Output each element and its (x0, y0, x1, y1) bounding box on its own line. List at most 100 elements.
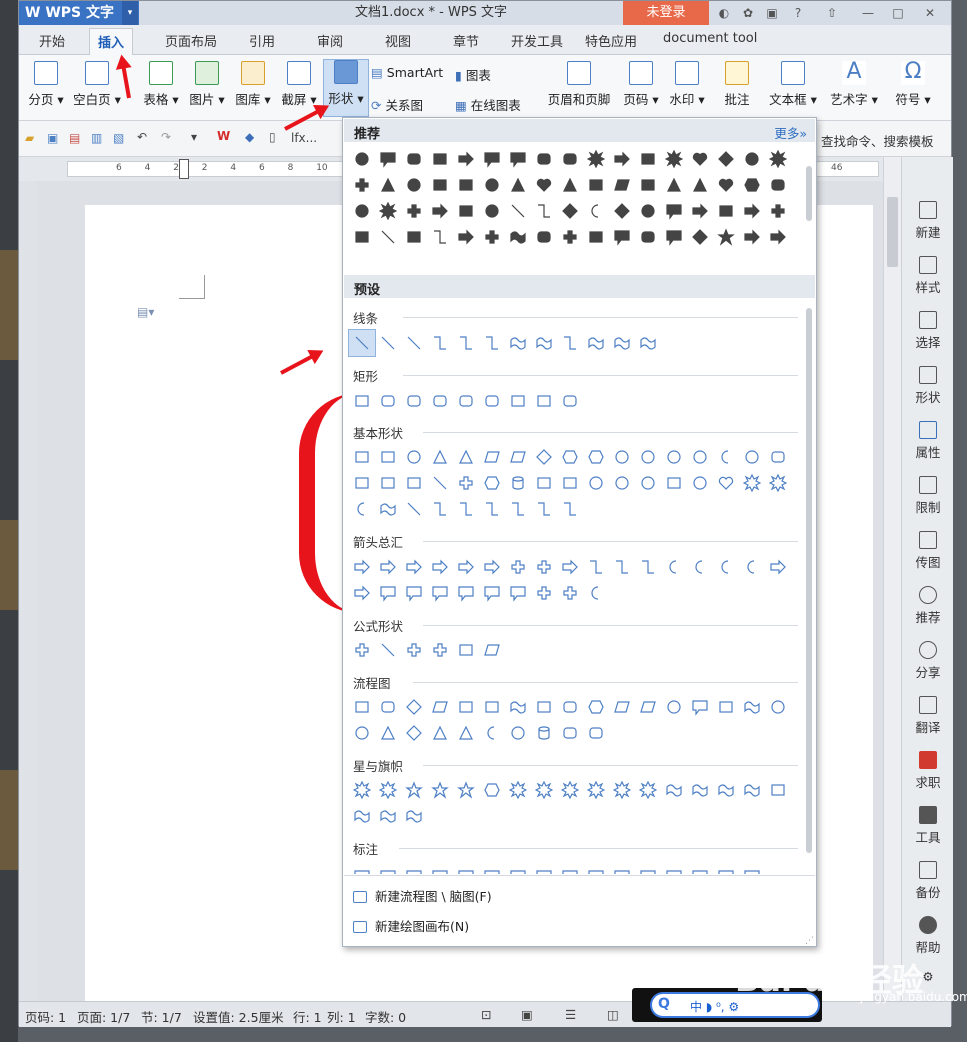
wave-shape-icon[interactable] (531, 330, 557, 356)
tab-view[interactable]: 视图 (385, 31, 411, 50)
burst-shape-icon[interactable] (505, 777, 531, 803)
circle-shape-icon[interactable] (765, 694, 791, 720)
burst-shape-icon[interactable] (583, 777, 609, 803)
wave-shape-icon[interactable] (739, 694, 765, 720)
elbow-shape-icon[interactable] (427, 224, 453, 250)
para-shape-icon[interactable] (609, 172, 635, 198)
para-shape-icon[interactable] (635, 694, 661, 720)
paste-options-icon[interactable]: ▤▾ (137, 305, 154, 319)
burst-shape-icon[interactable] (661, 146, 687, 172)
scroll-thumb[interactable] (887, 197, 898, 267)
arrow-shape-icon[interactable] (375, 554, 401, 580)
circle-shape-icon[interactable] (661, 694, 687, 720)
rrect-shape-icon[interactable] (375, 388, 401, 414)
circle-shape-icon[interactable] (661, 444, 687, 470)
panel-restrict[interactable]: 限制 (902, 476, 954, 516)
rect-shape-icon[interactable] (583, 172, 609, 198)
callout-shape-icon[interactable] (479, 864, 505, 874)
pdf-icon[interactable]: ▤ (69, 131, 80, 145)
star-shape-icon[interactable] (427, 777, 453, 803)
tab-layout[interactable]: 页面布局 (165, 31, 217, 50)
rrect-shape-icon[interactable] (557, 720, 583, 746)
tri-shape-icon[interactable] (427, 444, 453, 470)
line-shape-icon[interactable] (348, 329, 376, 357)
callout-shape-icon[interactable] (661, 224, 687, 250)
tri-shape-icon[interactable] (375, 720, 401, 746)
line-shape-icon[interactable] (401, 496, 427, 522)
hex-shape-icon[interactable] (583, 444, 609, 470)
callout-shape-icon[interactable] (505, 864, 531, 874)
callout-shape-icon[interactable] (739, 864, 765, 874)
elbow-shape-icon[interactable] (635, 554, 661, 580)
plus-shape-icon[interactable] (557, 580, 583, 606)
burst-shape-icon[interactable] (583, 146, 609, 172)
upload-icon[interactable]: ⇧ (823, 4, 841, 22)
vertical-scrollbar[interactable] (883, 157, 901, 1001)
wave-shape-icon[interactable] (401, 803, 427, 829)
panel-recommend[interactable]: 推荐 (902, 586, 954, 626)
rect-shape-icon[interactable] (531, 694, 557, 720)
circle-shape-icon[interactable] (635, 444, 661, 470)
moon-shape-icon[interactable] (739, 554, 765, 580)
circle-shape-icon[interactable] (687, 444, 713, 470)
circle-shape-icon[interactable] (349, 198, 375, 224)
online-chart-button[interactable]: ▦ 在线图表 (455, 95, 521, 114)
wave-shape-icon[interactable] (505, 330, 531, 356)
circle-shape-icon[interactable] (349, 146, 375, 172)
rrect-shape-icon[interactable] (531, 146, 557, 172)
rrect-shape-icon[interactable] (583, 720, 609, 746)
status-section[interactable]: 节: 1/7 (141, 1007, 182, 1026)
wave-shape-icon[interactable] (505, 224, 531, 250)
rect-shape-icon[interactable] (531, 388, 557, 414)
close-icon[interactable]: ✕ (921, 4, 939, 22)
arrow-shape-icon[interactable] (349, 580, 375, 606)
panel-style[interactable]: 样式 (902, 256, 954, 296)
line-shape-icon[interactable] (375, 330, 401, 356)
shapes-scrollbar[interactable] (806, 308, 812, 853)
plus-shape-icon[interactable] (531, 554, 557, 580)
heart-shape-icon[interactable] (531, 172, 557, 198)
wave-shape-icon[interactable] (635, 330, 661, 356)
tab-insert[interactable]: 插入 (89, 28, 134, 55)
rrect-shape-icon[interactable] (557, 146, 583, 172)
rect-shape-icon[interactable] (557, 470, 583, 496)
elbow-shape-icon[interactable] (427, 330, 453, 356)
plus-shape-icon[interactable] (557, 224, 583, 250)
line-shape-icon[interactable] (401, 330, 427, 356)
callout-shape-icon[interactable] (479, 580, 505, 606)
status-page[interactable]: 页面: 1/7 (77, 1007, 130, 1026)
plus-shape-icon[interactable] (453, 470, 479, 496)
rect-shape-icon[interactable] (453, 198, 479, 224)
tri-shape-icon[interactable] (453, 720, 479, 746)
tri-shape-icon[interactable] (505, 172, 531, 198)
arrow-shape-icon[interactable] (401, 554, 427, 580)
arrow-shape-icon[interactable] (765, 224, 791, 250)
wordart-button[interactable]: A 艺术字 ▾ (827, 61, 881, 108)
rect-shape-icon[interactable] (427, 172, 453, 198)
skin-icon[interactable]: ◐ (715, 4, 733, 22)
circle-shape-icon[interactable] (635, 198, 661, 224)
arrow-shape-icon[interactable] (739, 224, 765, 250)
rect-shape-icon[interactable] (661, 470, 687, 496)
panel-help[interactable]: 帮助 (902, 916, 954, 956)
burst-shape-icon[interactable] (609, 777, 635, 803)
plus-shape-icon[interactable] (427, 637, 453, 663)
watermark-button[interactable]: 水印 ▾ (665, 61, 709, 108)
rect-shape-icon[interactable] (453, 637, 479, 663)
rect-shape-icon[interactable] (635, 172, 661, 198)
star-shape-icon[interactable] (713, 224, 739, 250)
rect-shape-icon[interactable] (453, 694, 479, 720)
elbow-shape-icon[interactable] (557, 496, 583, 522)
circle-shape-icon[interactable] (739, 146, 765, 172)
chart-button[interactable]: ▮ 图表 (455, 65, 491, 84)
rect-shape-icon[interactable] (375, 444, 401, 470)
panel-share[interactable]: 分享 (902, 641, 954, 681)
rect-shape-icon[interactable] (349, 694, 375, 720)
tab-special[interactable]: 特色应用 (585, 31, 637, 50)
save-icon[interactable]: ▣ (47, 131, 58, 145)
panel-new[interactable]: 新建 (902, 201, 954, 241)
wave-shape-icon[interactable] (739, 777, 765, 803)
screenshot-button[interactable]: 截屏 ▾ (277, 61, 321, 108)
burst-shape-icon[interactable] (765, 146, 791, 172)
callout-shape-icon[interactable] (583, 864, 609, 874)
